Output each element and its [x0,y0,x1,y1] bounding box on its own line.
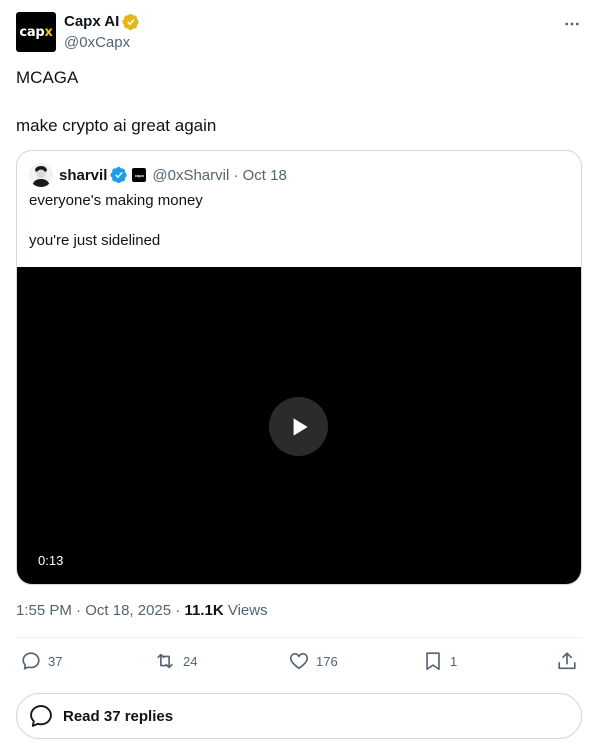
affiliate-badge: capx [132,168,147,182]
play-icon [293,417,308,436]
share-icon [558,652,576,670]
tweet-time[interactable]: 1:55 PM [16,602,72,619]
quote-header: sharvil capx @0xSharvil · Oct 18 [29,163,287,187]
repost-count: 24 [183,653,198,669]
quote-author-handle: @0xSharvil [152,166,230,184]
quote-author-avatar [29,163,53,187]
like-count: 176 [316,653,338,669]
tweet-header: capx Capx AI @0xCapx [16,12,582,54]
reply-button[interactable]: 37 [20,650,62,672]
quote-text: everyone's making money you're just side… [29,192,203,249]
read-replies-button[interactable]: Read 37 replies [16,693,582,739]
reply-icon [22,652,40,670]
person-avatar-icon [29,163,53,187]
author-name-row[interactable]: Capx AI [64,12,140,32]
action-bar: 37 24 176 1 [16,650,582,674]
quoted-tweet[interactable]: sharvil capx @0xSharvil · Oct 18 everyon… [16,150,582,585]
share-button[interactable] [556,650,578,672]
quote-author-name: sharvil [59,166,108,184]
avatar-logo-text: capx [19,24,53,40]
quote-date: Oct 18 [242,166,287,184]
play-button[interactable] [269,397,328,456]
repost-icon [157,653,173,669]
tweet-date[interactable]: Oct 18, 2025 [85,602,171,619]
author-name[interactable]: Capx AI [64,12,119,32]
tweet-metadata: 1:55 PM · Oct 18, 2025 · 11.1K Views [16,601,268,621]
more-horizontal-icon [565,22,579,26]
blue-verified-badge-icon [110,166,128,184]
tweet-text: MCAGA make crypto ai great again [16,68,217,135]
heart-icon [289,653,309,670]
separator-dot: · [76,602,86,619]
gold-verified-badge-icon[interactable] [122,13,140,31]
reply-count: 37 [48,653,63,669]
views-label: Views [227,602,268,619]
read-replies-label: Read 37 replies [63,707,174,725]
author-info: Capx AI @0xCapx [64,12,140,53]
video-player[interactable]: 0:13 [17,267,581,584]
views-count: 11.1K [184,602,224,619]
repost-button[interactable]: 24 [153,650,197,672]
divider [16,637,582,638]
more-options-button[interactable] [562,14,582,34]
video-duration: 0:13 [38,553,64,568]
like-button[interactable]: 176 [288,650,338,672]
author-handle[interactable]: @0xCapx [64,33,140,53]
bookmark-button[interactable]: 1 [422,650,457,672]
author-avatar[interactable]: capx [16,12,56,52]
bookmark-count: 1 [450,653,458,669]
separator-dot: · [229,166,243,184]
bookmark-icon [426,652,440,671]
reply-bubble-icon [30,705,52,727]
